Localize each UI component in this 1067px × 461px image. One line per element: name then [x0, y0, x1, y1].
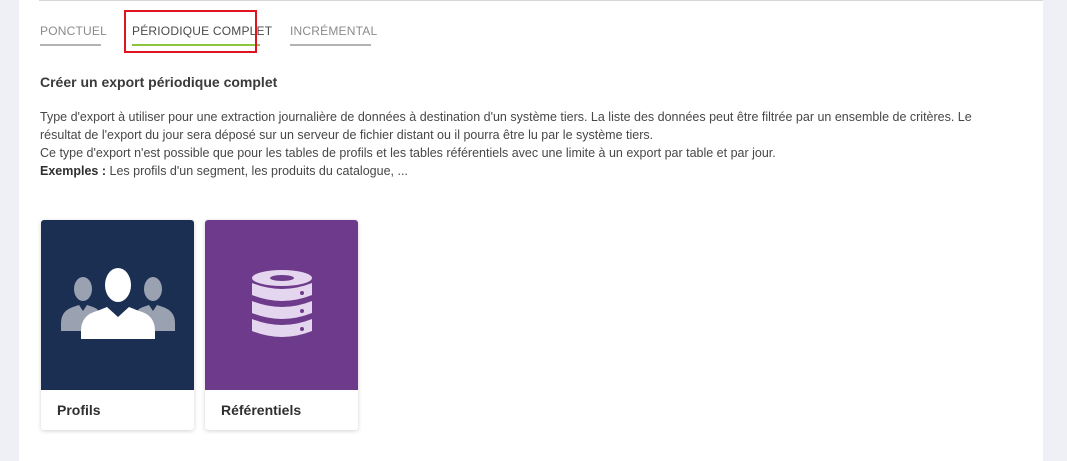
examples-label: Exemples :	[40, 164, 107, 178]
description-line-1: Type d'export à utiliser pour une extrac…	[40, 110, 972, 142]
tab-incremental[interactable]: INCRÉMENTAL	[290, 24, 377, 46]
tab-ponctuel[interactable]: PONCTUEL	[40, 24, 107, 46]
examples-text: Les profils d'un segment, les produits d…	[106, 164, 408, 178]
highlight-box	[124, 10, 257, 53]
card-referentiels-tile	[205, 220, 358, 390]
database-icon	[251, 270, 312, 337]
card-profils[interactable]: Profils	[41, 220, 194, 430]
section-title: Créer un export périodique complet	[40, 74, 278, 90]
card-referentiels[interactable]: Référentiels	[205, 220, 358, 430]
top-divider	[39, 0, 1043, 1]
card-referentiels-label: Référentiels	[221, 402, 302, 418]
card-profils-label: Profils	[57, 402, 101, 418]
section-description: Type d'export à utiliser pour une extrac…	[40, 108, 1010, 180]
users-group-icon	[60, 268, 175, 339]
card-profils-tile	[41, 220, 194, 390]
main-panel: PONCTUEL PÉRIODIQUE COMPLET INCRÉMENTAL …	[19, 0, 1043, 461]
description-line-2: Ce type d'export n'est possible que pour…	[40, 146, 776, 160]
